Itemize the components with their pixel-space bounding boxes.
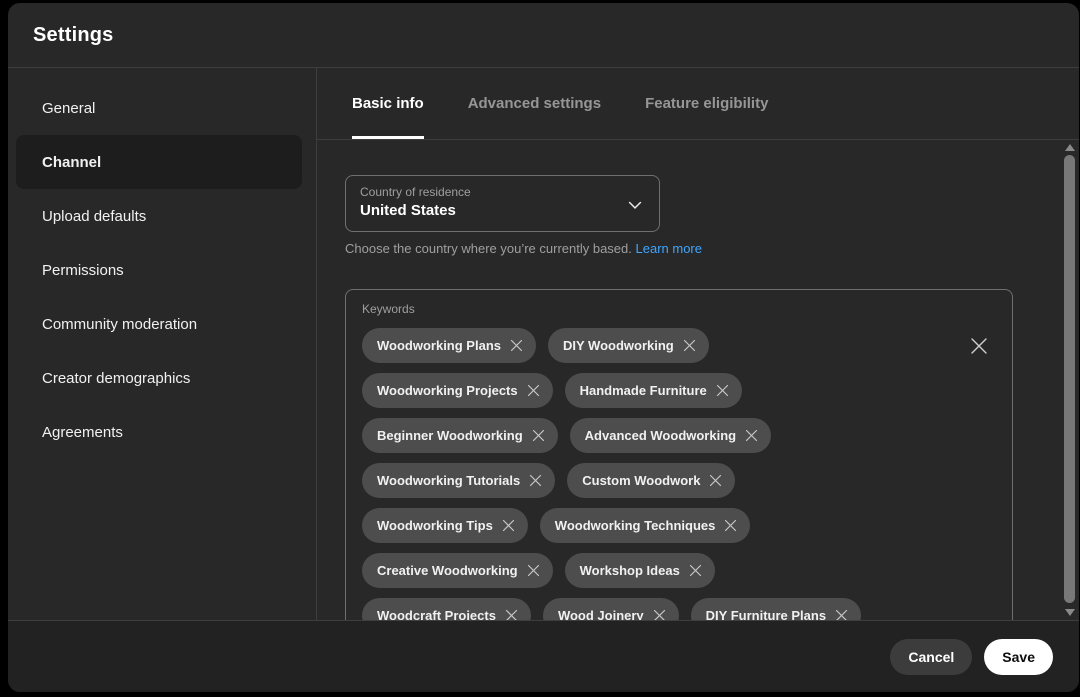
scrollbar-down-arrow-icon[interactable] bbox=[1065, 609, 1075, 616]
keyword-chip-label: Beginner Woodworking bbox=[377, 428, 523, 443]
keyword-chip[interactable]: Custom Woodwork bbox=[567, 463, 735, 498]
sidebar-item-creator-demographics[interactable]: Creator demographics bbox=[8, 351, 316, 405]
dialog-body: General Channel Upload defaults Permissions… bbox=[8, 68, 1079, 620]
save-button[interactable]: Save bbox=[984, 639, 1053, 675]
dialog-footer: Cancel Save bbox=[8, 620, 1079, 692]
keyword-chip-label: Woodworking Tutorials bbox=[377, 473, 520, 488]
keyword-chip-label: Handmade Furniture bbox=[580, 383, 707, 398]
basic-info-pane: Country of residence United States Choos… bbox=[317, 140, 1079, 620]
country-helper-body: Choose the country where you’re currentl… bbox=[345, 241, 632, 256]
remove-keyword-icon[interactable] bbox=[510, 339, 523, 352]
tab-label: Feature eligibility bbox=[645, 95, 768, 112]
keyword-chip[interactable]: Woodworking Techniques bbox=[540, 508, 751, 543]
remove-keyword-icon[interactable] bbox=[502, 519, 515, 532]
sidebar-item-permissions[interactable]: Permissions bbox=[8, 243, 316, 297]
keyword-chip-label: Wood Joinery bbox=[558, 608, 644, 620]
sidebar-item-label: Community moderation bbox=[42, 316, 197, 333]
keyword-chip-label: Creative Woodworking bbox=[377, 563, 518, 578]
sidebar-item-agreements[interactable]: Agreements bbox=[8, 405, 316, 459]
keyword-chip[interactable]: Wood Joinery bbox=[543, 598, 679, 620]
keywords-label: Keywords bbox=[362, 302, 996, 316]
country-dropdown[interactable]: Country of residence United States bbox=[345, 175, 660, 232]
cancel-button[interactable]: Cancel bbox=[890, 639, 972, 675]
keyword-chip-label: Woodworking Projects bbox=[377, 383, 518, 398]
vertical-scrollbar[interactable] bbox=[1063, 142, 1076, 618]
country-helper-text: Choose the country where you’re currentl… bbox=[345, 241, 1079, 256]
keyword-chip[interactable]: DIY Furniture Plans bbox=[691, 598, 861, 620]
sidebar-item-community-moderation[interactable]: Community moderation bbox=[8, 297, 316, 351]
keyword-chip-row: Woodcraft Projects Wood Joinery DIY Furnit… bbox=[362, 598, 996, 620]
remove-keyword-icon[interactable] bbox=[505, 609, 518, 620]
remove-keyword-icon[interactable] bbox=[709, 474, 722, 487]
keyword-chip[interactable]: DIY Woodworking bbox=[548, 328, 709, 363]
settings-dialog: Settings General Channel Upload defaults Pe… bbox=[8, 3, 1079, 692]
keyword-chips: Woodworking PlansDIY WoodworkingWoodwork… bbox=[362, 328, 996, 620]
keyword-chip-label: Advanced Woodworking bbox=[585, 428, 736, 443]
remove-keyword-icon[interactable] bbox=[835, 609, 848, 620]
sidebar-item-label: Upload defaults bbox=[42, 208, 146, 225]
sidebar-item-label: Creator demographics bbox=[42, 370, 190, 387]
keyword-chip[interactable]: Woodcraft Projects bbox=[362, 598, 531, 620]
tab-advanced-settings[interactable]: Advanced settings bbox=[468, 68, 601, 139]
sidebar-item-label: Channel bbox=[42, 154, 101, 171]
country-dropdown-label: Country of residence bbox=[360, 185, 645, 199]
tab-bar: Basic info Advanced settings Feature eligi… bbox=[317, 68, 1079, 140]
tab-label: Advanced settings bbox=[468, 95, 601, 112]
keyword-chip-row: Creative Woodworking Workshop Ideas bbox=[362, 553, 996, 588]
keyword-chip[interactable]: Woodworking Tutorials bbox=[362, 463, 555, 498]
keyword-chip-label: Woodworking Plans bbox=[377, 338, 501, 353]
keyword-chip-row: Woodworking Projects Handmade Furniture bbox=[362, 373, 996, 408]
keywords-field[interactable]: Keywords Woodworking Plans DIY Woodworkin… bbox=[345, 289, 1013, 620]
keyword-chip-label: Woodcraft Projects bbox=[377, 608, 496, 620]
keyword-chip[interactable]: Creative Woodworking bbox=[362, 553, 553, 588]
learn-more-link[interactable]: Learn more bbox=[636, 241, 702, 256]
country-dropdown-value: United States bbox=[360, 202, 456, 219]
keyword-chip-row: Beginner Woodworking Advanced Woodworking bbox=[362, 418, 996, 453]
keyword-chip-row: Woodworking Tutorials Custom Woodwork bbox=[362, 463, 996, 498]
remove-keyword-icon[interactable] bbox=[529, 474, 542, 487]
keyword-chip-label: DIY Woodworking bbox=[563, 338, 674, 353]
keyword-chip-label: Woodworking Techniques bbox=[555, 518, 716, 533]
remove-keyword-icon[interactable] bbox=[527, 564, 540, 577]
remove-keyword-icon[interactable] bbox=[724, 519, 737, 532]
remove-keyword-icon[interactable] bbox=[689, 564, 702, 577]
keyword-chip[interactable]: Woodworking Tips bbox=[362, 508, 528, 543]
keyword-chip[interactable]: Workshop Ideas bbox=[565, 553, 715, 588]
keyword-chip[interactable]: Handmade Furniture bbox=[565, 373, 742, 408]
tab-basic-info[interactable]: Basic info bbox=[352, 68, 424, 139]
keyword-chip-row: Woodworking Plans DIY Woodworking bbox=[362, 328, 996, 363]
keyword-chip-label: Custom Woodwork bbox=[582, 473, 700, 488]
remove-keyword-icon[interactable] bbox=[527, 384, 540, 397]
dialog-title: Settings bbox=[33, 24, 114, 47]
sidebar-item-label: Agreements bbox=[42, 424, 123, 441]
clear-keywords-icon[interactable] bbox=[968, 335, 990, 357]
keyword-chip-label: Workshop Ideas bbox=[580, 563, 680, 578]
sidebar-item-label: General bbox=[42, 100, 95, 117]
sidebar-item-channel[interactable]: Channel bbox=[16, 135, 302, 189]
chevron-down-icon bbox=[625, 195, 645, 215]
remove-keyword-icon[interactable] bbox=[745, 429, 758, 442]
keyword-chip-label: Woodworking Tips bbox=[377, 518, 493, 533]
scrollbar-up-arrow-icon[interactable] bbox=[1065, 144, 1075, 151]
tab-feature-eligibility[interactable]: Feature eligibility bbox=[645, 68, 768, 139]
keyword-chip[interactable]: Beginner Woodworking bbox=[362, 418, 558, 453]
keyword-chip[interactable]: Advanced Woodworking bbox=[570, 418, 771, 453]
keyword-chip-row: Woodworking Tips Woodworking Techniques bbox=[362, 508, 996, 543]
tab-label: Basic info bbox=[352, 95, 424, 112]
settings-sidebar: General Channel Upload defaults Permissions… bbox=[8, 68, 317, 620]
dialog-header: Settings bbox=[8, 3, 1079, 68]
sidebar-item-label: Permissions bbox=[42, 262, 124, 279]
sidebar-item-upload-defaults[interactable]: Upload defaults bbox=[8, 189, 316, 243]
remove-keyword-icon[interactable] bbox=[716, 384, 729, 397]
sidebar-item-general[interactable]: General bbox=[8, 81, 316, 135]
keyword-chip[interactable]: Woodworking Projects bbox=[362, 373, 553, 408]
remove-keyword-icon[interactable] bbox=[653, 609, 666, 620]
main-panel: Basic info Advanced settings Feature eligi… bbox=[317, 68, 1079, 620]
keyword-chip[interactable]: Woodworking Plans bbox=[362, 328, 536, 363]
keyword-chip-label: DIY Furniture Plans bbox=[706, 608, 826, 620]
remove-keyword-icon[interactable] bbox=[532, 429, 545, 442]
remove-keyword-icon[interactable] bbox=[683, 339, 696, 352]
scrollbar-thumb[interactable] bbox=[1064, 155, 1075, 603]
